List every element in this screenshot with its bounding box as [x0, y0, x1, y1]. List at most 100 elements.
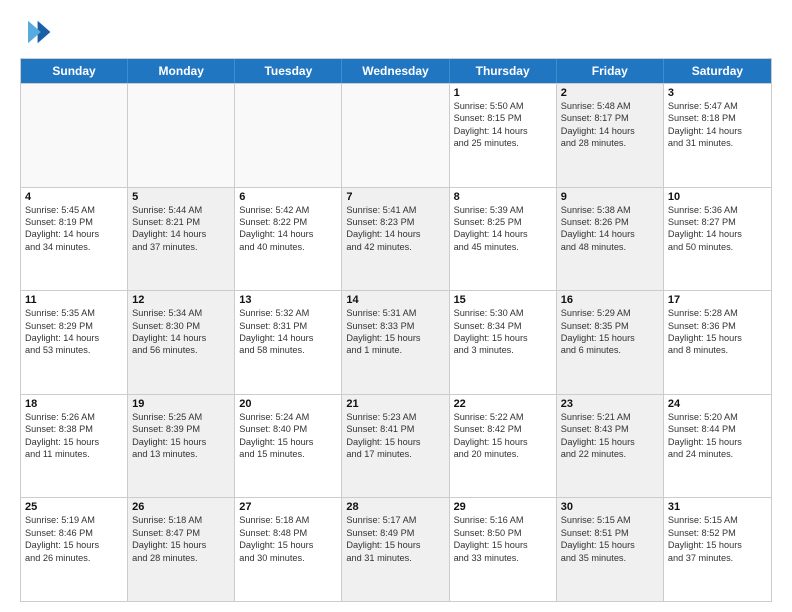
day-number: 8 [454, 191, 552, 203]
day-info: Sunrise: 5:30 AM Sunset: 8:34 PM Dayligh… [454, 307, 552, 357]
day-info: Sunrise: 5:21 AM Sunset: 8:43 PM Dayligh… [561, 411, 659, 461]
calendar-row: 1Sunrise: 5:50 AM Sunset: 8:15 PM Daylig… [21, 83, 771, 187]
day-number: 9 [561, 191, 659, 203]
calendar: SundayMondayTuesdayWednesdayThursdayFrid… [20, 58, 772, 602]
calendar-cell: 23Sunrise: 5:21 AM Sunset: 8:43 PM Dayli… [557, 395, 664, 498]
weekday-header: Thursday [450, 59, 557, 83]
calendar-cell: 7Sunrise: 5:41 AM Sunset: 8:23 PM Daylig… [342, 188, 449, 291]
day-info: Sunrise: 5:45 AM Sunset: 8:19 PM Dayligh… [25, 204, 123, 254]
logo-icon [20, 16, 52, 48]
calendar-cell: 12Sunrise: 5:34 AM Sunset: 8:30 PM Dayli… [128, 291, 235, 394]
calendar-cell: 17Sunrise: 5:28 AM Sunset: 8:36 PM Dayli… [664, 291, 771, 394]
day-info: Sunrise: 5:47 AM Sunset: 8:18 PM Dayligh… [668, 100, 767, 150]
day-number: 14 [346, 294, 444, 306]
day-info: Sunrise: 5:31 AM Sunset: 8:33 PM Dayligh… [346, 307, 444, 357]
calendar-cell: 18Sunrise: 5:26 AM Sunset: 8:38 PM Dayli… [21, 395, 128, 498]
day-number: 27 [239, 501, 337, 513]
calendar-row: 25Sunrise: 5:19 AM Sunset: 8:46 PM Dayli… [21, 497, 771, 601]
calendar-cell [21, 84, 128, 187]
day-number: 20 [239, 398, 337, 410]
calendar-cell: 6Sunrise: 5:42 AM Sunset: 8:22 PM Daylig… [235, 188, 342, 291]
weekday-header: Wednesday [342, 59, 449, 83]
weekday-header: Sunday [21, 59, 128, 83]
calendar-cell: 27Sunrise: 5:18 AM Sunset: 8:48 PM Dayli… [235, 498, 342, 601]
day-number: 13 [239, 294, 337, 306]
page: SundayMondayTuesdayWednesdayThursdayFrid… [0, 0, 792, 612]
calendar-cell: 2Sunrise: 5:48 AM Sunset: 8:17 PM Daylig… [557, 84, 664, 187]
weekday-header: Monday [128, 59, 235, 83]
day-info: Sunrise: 5:35 AM Sunset: 8:29 PM Dayligh… [25, 307, 123, 357]
day-number: 16 [561, 294, 659, 306]
day-info: Sunrise: 5:15 AM Sunset: 8:52 PM Dayligh… [668, 514, 767, 564]
day-number: 19 [132, 398, 230, 410]
day-number: 23 [561, 398, 659, 410]
day-number: 26 [132, 501, 230, 513]
day-number: 25 [25, 501, 123, 513]
calendar-row: 18Sunrise: 5:26 AM Sunset: 8:38 PM Dayli… [21, 394, 771, 498]
calendar-row: 11Sunrise: 5:35 AM Sunset: 8:29 PM Dayli… [21, 290, 771, 394]
day-number: 29 [454, 501, 552, 513]
calendar-cell: 30Sunrise: 5:15 AM Sunset: 8:51 PM Dayli… [557, 498, 664, 601]
calendar-cell: 24Sunrise: 5:20 AM Sunset: 8:44 PM Dayli… [664, 395, 771, 498]
header [20, 16, 772, 48]
day-info: Sunrise: 5:22 AM Sunset: 8:42 PM Dayligh… [454, 411, 552, 461]
calendar-cell: 22Sunrise: 5:22 AM Sunset: 8:42 PM Dayli… [450, 395, 557, 498]
calendar-cell: 8Sunrise: 5:39 AM Sunset: 8:25 PM Daylig… [450, 188, 557, 291]
day-info: Sunrise: 5:29 AM Sunset: 8:35 PM Dayligh… [561, 307, 659, 357]
day-info: Sunrise: 5:48 AM Sunset: 8:17 PM Dayligh… [561, 100, 659, 150]
calendar-cell: 25Sunrise: 5:19 AM Sunset: 8:46 PM Dayli… [21, 498, 128, 601]
calendar-cell: 21Sunrise: 5:23 AM Sunset: 8:41 PM Dayli… [342, 395, 449, 498]
calendar-cell: 28Sunrise: 5:17 AM Sunset: 8:49 PM Dayli… [342, 498, 449, 601]
calendar-cell: 13Sunrise: 5:32 AM Sunset: 8:31 PM Dayli… [235, 291, 342, 394]
day-number: 15 [454, 294, 552, 306]
day-info: Sunrise: 5:16 AM Sunset: 8:50 PM Dayligh… [454, 514, 552, 564]
calendar-cell: 15Sunrise: 5:30 AM Sunset: 8:34 PM Dayli… [450, 291, 557, 394]
calendar-cell: 20Sunrise: 5:24 AM Sunset: 8:40 PM Dayli… [235, 395, 342, 498]
day-number: 4 [25, 191, 123, 203]
calendar-cell [235, 84, 342, 187]
day-number: 12 [132, 294, 230, 306]
day-number: 28 [346, 501, 444, 513]
day-info: Sunrise: 5:15 AM Sunset: 8:51 PM Dayligh… [561, 514, 659, 564]
weekday-header: Saturday [664, 59, 771, 83]
calendar-cell: 4Sunrise: 5:45 AM Sunset: 8:19 PM Daylig… [21, 188, 128, 291]
day-number: 2 [561, 87, 659, 99]
calendar-cell: 29Sunrise: 5:16 AM Sunset: 8:50 PM Dayli… [450, 498, 557, 601]
day-number: 24 [668, 398, 767, 410]
calendar-cell: 31Sunrise: 5:15 AM Sunset: 8:52 PM Dayli… [664, 498, 771, 601]
day-info: Sunrise: 5:18 AM Sunset: 8:47 PM Dayligh… [132, 514, 230, 564]
day-number: 6 [239, 191, 337, 203]
day-info: Sunrise: 5:38 AM Sunset: 8:26 PM Dayligh… [561, 204, 659, 254]
calendar-cell: 3Sunrise: 5:47 AM Sunset: 8:18 PM Daylig… [664, 84, 771, 187]
calendar-cell: 5Sunrise: 5:44 AM Sunset: 8:21 PM Daylig… [128, 188, 235, 291]
calendar-cell [342, 84, 449, 187]
day-info: Sunrise: 5:34 AM Sunset: 8:30 PM Dayligh… [132, 307, 230, 357]
calendar-cell: 1Sunrise: 5:50 AM Sunset: 8:15 PM Daylig… [450, 84, 557, 187]
day-info: Sunrise: 5:26 AM Sunset: 8:38 PM Dayligh… [25, 411, 123, 461]
day-number: 1 [454, 87, 552, 99]
day-info: Sunrise: 5:23 AM Sunset: 8:41 PM Dayligh… [346, 411, 444, 461]
calendar-cell: 16Sunrise: 5:29 AM Sunset: 8:35 PM Dayli… [557, 291, 664, 394]
day-info: Sunrise: 5:50 AM Sunset: 8:15 PM Dayligh… [454, 100, 552, 150]
day-info: Sunrise: 5:25 AM Sunset: 8:39 PM Dayligh… [132, 411, 230, 461]
day-number: 10 [668, 191, 767, 203]
logo [20, 16, 56, 48]
day-number: 22 [454, 398, 552, 410]
calendar-cell: 19Sunrise: 5:25 AM Sunset: 8:39 PM Dayli… [128, 395, 235, 498]
calendar-cell: 14Sunrise: 5:31 AM Sunset: 8:33 PM Dayli… [342, 291, 449, 394]
day-number: 30 [561, 501, 659, 513]
day-info: Sunrise: 5:24 AM Sunset: 8:40 PM Dayligh… [239, 411, 337, 461]
day-number: 3 [668, 87, 767, 99]
calendar-cell: 26Sunrise: 5:18 AM Sunset: 8:47 PM Dayli… [128, 498, 235, 601]
calendar-cell: 11Sunrise: 5:35 AM Sunset: 8:29 PM Dayli… [21, 291, 128, 394]
day-number: 31 [668, 501, 767, 513]
day-number: 11 [25, 294, 123, 306]
day-info: Sunrise: 5:28 AM Sunset: 8:36 PM Dayligh… [668, 307, 767, 357]
day-info: Sunrise: 5:18 AM Sunset: 8:48 PM Dayligh… [239, 514, 337, 564]
calendar-cell: 9Sunrise: 5:38 AM Sunset: 8:26 PM Daylig… [557, 188, 664, 291]
day-number: 18 [25, 398, 123, 410]
weekday-header: Tuesday [235, 59, 342, 83]
weekday-header: Friday [557, 59, 664, 83]
day-info: Sunrise: 5:20 AM Sunset: 8:44 PM Dayligh… [668, 411, 767, 461]
day-info: Sunrise: 5:42 AM Sunset: 8:22 PM Dayligh… [239, 204, 337, 254]
